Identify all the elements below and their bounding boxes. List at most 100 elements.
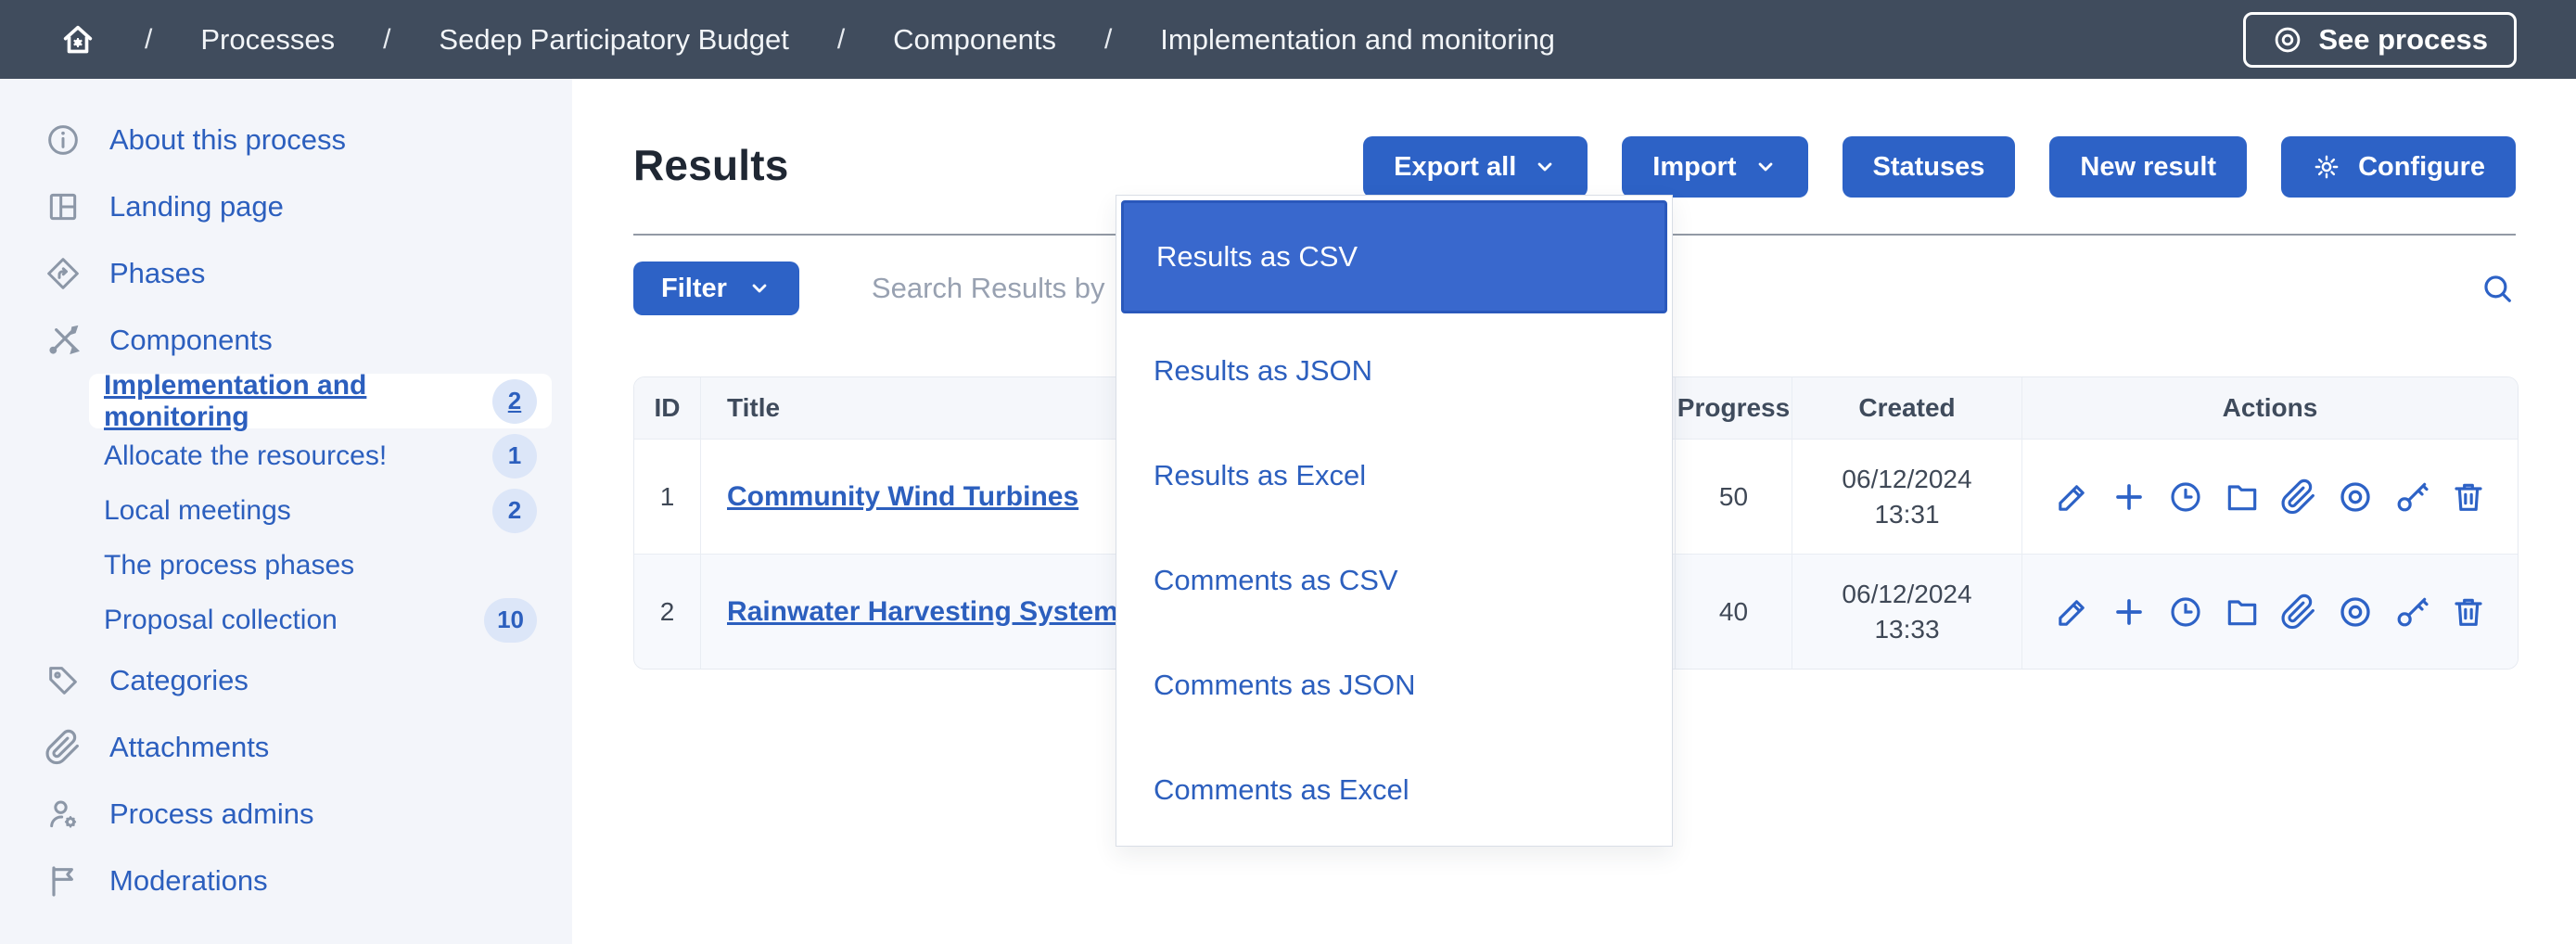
- sidebar-item-label: About this process: [109, 123, 346, 157]
- sidebar-item-attachments[interactable]: Attachments: [0, 714, 572, 781]
- see-process-button[interactable]: See process: [2243, 12, 2517, 68]
- sidebar-subitem-implementation-and-monitoring[interactable]: Implementation and monitoring 2: [89, 374, 552, 428]
- breadcrumb-components[interactable]: Components: [893, 23, 1056, 57]
- menu-item-results-as-csv[interactable]: Results as CSV: [1121, 200, 1667, 313]
- breadcrumb-processes[interactable]: Processes: [200, 23, 335, 57]
- sidebar-item-label: Landing page: [109, 190, 284, 223]
- home-icon[interactable]: [59, 21, 96, 58]
- configure-label: Configure: [2358, 152, 2485, 183]
- menu-item-results-as-json[interactable]: Results as JSON: [1116, 318, 1672, 423]
- filter-button[interactable]: Filter: [633, 262, 799, 315]
- result-id: 2: [634, 554, 700, 669]
- sidebar-item-moderations[interactable]: Moderations: [0, 848, 572, 914]
- folder-icon[interactable]: [2224, 478, 2261, 516]
- paperclip-icon: [45, 729, 82, 766]
- created-time: 13:31: [1874, 500, 1939, 529]
- sidebar-subitem-label: Proposal collection: [104, 605, 338, 636]
- key-icon[interactable]: [2393, 593, 2430, 631]
- delete-icon[interactable]: [2450, 593, 2487, 631]
- import-label: Import: [1652, 152, 1736, 183]
- page-title: Results: [633, 140, 789, 190]
- sidebar-subitem-label: The process phases: [104, 550, 354, 581]
- breadcrumb-separator: /: [383, 24, 390, 56]
- filter-label: Filter: [661, 274, 727, 304]
- attachment-icon[interactable]: [2280, 478, 2317, 516]
- results-toolbar: Export all Import Statuses New result Co…: [1363, 136, 2516, 198]
- breadcrumb-bar: / Processes / Sedep Participatory Budget…: [0, 0, 2576, 79]
- preview-icon[interactable]: [2337, 478, 2374, 516]
- gear-icon: [2312, 152, 2341, 182]
- info-icon: [45, 121, 82, 159]
- add-icon[interactable]: [2111, 593, 2148, 631]
- chevron-down-icon: [1533, 155, 1557, 179]
- configure-button[interactable]: Configure: [2281, 136, 2516, 198]
- sidebar-subitem-label: Allocate the resources!: [104, 440, 387, 472]
- chevron-down-icon: [747, 276, 772, 300]
- statuses-button[interactable]: Statuses: [1843, 136, 2016, 198]
- folder-icon[interactable]: [2224, 593, 2261, 631]
- sidebar-item-label: Moderations: [109, 864, 268, 898]
- process-sidebar: About this process Landing page Phases C…: [0, 79, 572, 944]
- sidebar-item-label: Components: [109, 324, 273, 357]
- tools-icon: [45, 322, 82, 359]
- statuses-label: Statuses: [1873, 152, 1985, 183]
- sidebar-item-label: Phases: [109, 257, 205, 290]
- new-result-label: New result: [2080, 152, 2216, 183]
- sidebar-item-components[interactable]: Components: [0, 307, 572, 374]
- result-progress: 50: [1675, 439, 1792, 554]
- sidebar-item-landing-page[interactable]: Landing page: [0, 173, 572, 240]
- menu-item-comments-as-excel[interactable]: Comments as Excel: [1116, 737, 1672, 842]
- created-time: 13:33: [1874, 615, 1939, 644]
- sidebar-subitem-local-meetings[interactable]: Local meetings 2: [89, 483, 552, 538]
- preview-icon[interactable]: [2337, 593, 2374, 631]
- breadcrumb-current-component[interactable]: Implementation and monitoring: [1160, 23, 1555, 57]
- column-header-id: ID: [634, 377, 700, 439]
- sidebar-item-phases[interactable]: Phases: [0, 240, 572, 307]
- attachment-icon[interactable]: [2280, 593, 2317, 631]
- breadcrumb-process-name[interactable]: Sedep Participatory Budget: [439, 23, 788, 57]
- edit-icon[interactable]: [2054, 478, 2091, 516]
- sidebar-item-about[interactable]: About this process: [0, 107, 572, 173]
- new-result-button[interactable]: New result: [2049, 136, 2247, 198]
- phases-icon: [45, 255, 82, 292]
- import-button[interactable]: Import: [1622, 136, 1807, 198]
- sidebar-subitem-the-process-phases[interactable]: The process phases: [89, 538, 552, 593]
- result-actions: [2021, 439, 2518, 554]
- sidebar-item-categories[interactable]: Categories: [0, 647, 572, 714]
- created-date: 06/12/2024: [1842, 465, 1971, 493]
- breadcrumb-separator: /: [145, 24, 152, 56]
- eye-icon: [2272, 24, 2303, 56]
- menu-item-comments-as-json[interactable]: Comments as JSON: [1116, 632, 1672, 737]
- result-created: 06/12/2024 13:31: [1792, 439, 2021, 554]
- export-all-label: Export all: [1394, 152, 1516, 183]
- edit-icon[interactable]: [2054, 593, 2091, 631]
- sidebar-item-process-admins[interactable]: Process admins: [0, 781, 572, 848]
- result-title-link[interactable]: Rainwater Harvesting Systems: [727, 592, 1134, 632]
- menu-item-results-as-excel[interactable]: Results as Excel: [1116, 423, 1672, 528]
- sidebar-subitem-label: Implementation and monitoring: [104, 370, 492, 433]
- key-icon[interactable]: [2393, 478, 2430, 516]
- search-button[interactable]: [2474, 265, 2520, 312]
- sidebar-subitem-allocate-the-resources[interactable]: Allocate the resources! 1: [89, 428, 552, 483]
- delete-icon[interactable]: [2450, 478, 2487, 516]
- export-dropdown-menu: Results as CSV Results as JSON Results a…: [1116, 195, 1673, 847]
- sidebar-item-label: Attachments: [109, 731, 269, 764]
- export-all-button[interactable]: Export all: [1363, 136, 1588, 198]
- tag-icon: [45, 662, 82, 699]
- sidebar-item-label: Categories: [109, 664, 249, 697]
- result-title-link[interactable]: Community Wind Turbines: [727, 477, 1078, 517]
- count-badge: 1: [492, 434, 537, 478]
- sidebar-item-label: Process admins: [109, 797, 314, 831]
- breadcrumb: / Processes / Sedep Participatory Budget…: [59, 21, 1555, 58]
- result-created: 06/12/2024 13:33: [1792, 554, 2021, 669]
- sidebar-subitem-label: Local meetings: [104, 495, 291, 527]
- menu-item-comments-as-csv[interactable]: Comments as CSV: [1116, 528, 1672, 632]
- count-badge: 2: [492, 489, 537, 533]
- history-icon[interactable]: [2167, 478, 2204, 516]
- sidebar-subitem-proposal-collection[interactable]: Proposal collection 10: [89, 593, 552, 647]
- column-header-actions: Actions: [2021, 377, 2518, 439]
- history-icon[interactable]: [2167, 593, 2204, 631]
- count-badge: 10: [484, 598, 537, 643]
- search-icon: [2480, 271, 2515, 306]
- add-icon[interactable]: [2111, 478, 2148, 516]
